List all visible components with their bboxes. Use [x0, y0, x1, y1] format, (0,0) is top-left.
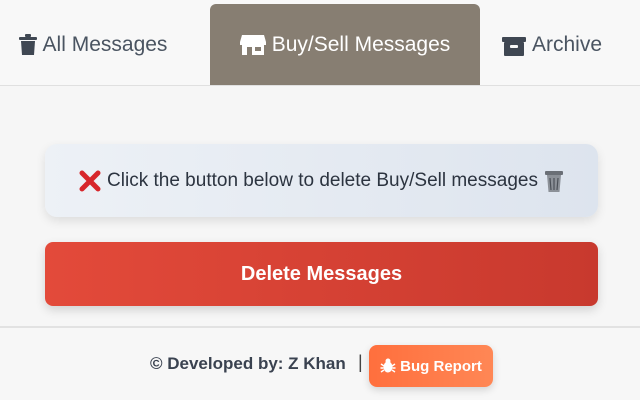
wastebasket-icon — [544, 169, 564, 193]
bug-icon — [380, 358, 396, 374]
tab-archive[interactable]: Archive — [492, 4, 612, 85]
store-icon — [239, 34, 266, 56]
archive-box-icon — [501, 34, 526, 56]
info-card: Click the button below to delete Buy/Sel… — [45, 144, 598, 217]
tab-archive-label: Archive — [531, 32, 603, 56]
developer-credit: © Developed by: Z Khan — [150, 354, 346, 373]
footer: © Developed by: Z Khan | Bug Report — [0, 326, 640, 400]
bug-report-button[interactable]: Bug Report — [369, 345, 493, 387]
bug-report-label: Bug Report — [400, 357, 482, 375]
tab-all-messages[interactable]: All Messages — [8, 4, 178, 85]
tab-buy-sell-messages[interactable]: Buy/Sell Messages — [210, 4, 480, 85]
trash-icon — [18, 33, 37, 56]
main-content: Click the button below to delete Buy/Sel… — [0, 86, 640, 326]
footer-separator: | — [358, 352, 363, 372]
red-x-icon — [79, 170, 101, 192]
tab-bar: All Messages Buy/Sell Messages Archive — [0, 0, 640, 86]
delete-messages-button[interactable]: Delete Messages — [45, 242, 598, 306]
tab-buy-sell-messages-label: Buy/Sell Messages — [271, 32, 451, 56]
tab-all-messages-label: All Messages — [42, 32, 168, 56]
info-text: Click the button below to delete Buy/Sel… — [107, 169, 538, 191]
